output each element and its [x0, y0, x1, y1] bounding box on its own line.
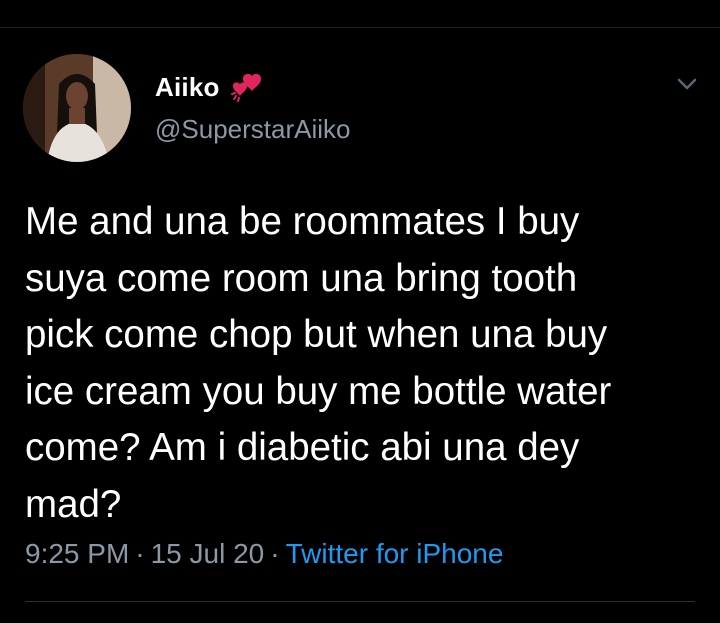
tweet-time[interactable]: 9:25 PM	[25, 538, 129, 569]
avatar[interactable]	[23, 54, 131, 162]
tweet-text-line: suya come room una bring tooth	[25, 256, 578, 300]
tweet-meta: 9:25 PM · 15 Jul 20 · Twitter for iPhone	[25, 538, 503, 570]
bottom-divider	[25, 601, 695, 602]
tweet-text-line: Me and una be roommates I buy	[25, 200, 580, 243]
tweet-text-line: pick come chop but when una buy	[25, 313, 608, 356]
tweet-source-link[interactable]: Twitter for iPhone	[286, 538, 504, 569]
meta-separator: ·	[270, 538, 280, 569]
tweet-text-line: ice cream you buy me bottle water	[25, 369, 612, 413]
user-handle[interactable]: @SuperstarAiiko	[155, 114, 350, 145]
tweet-text-line: mad?	[25, 482, 122, 526]
chevron-down-icon[interactable]	[676, 76, 698, 92]
tweet-card[interactable]: Aiiko @SuperstarAiiko Me and una be room…	[0, 28, 720, 623]
tweet-date[interactable]: 15 Jul 20	[151, 538, 265, 569]
tweet-text: Me and una be roommates I buy suya come …	[25, 194, 705, 533]
tweet-text-line: come? Am i diabetic abi una dey	[25, 426, 580, 469]
meta-separator: ·	[135, 538, 145, 569]
display-name[interactable]: Aiiko	[155, 72, 220, 103]
name-row: Aiiko	[155, 72, 350, 102]
user-info: Aiiko @SuperstarAiiko	[155, 72, 350, 145]
two-hearts-icon	[230, 72, 264, 102]
avatar-photo	[23, 54, 131, 162]
